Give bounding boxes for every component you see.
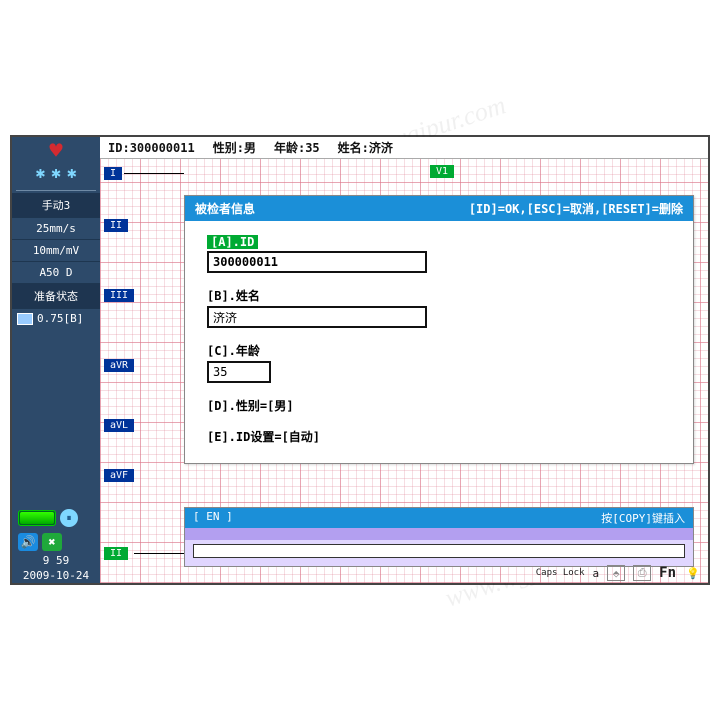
field-idset-label[interactable]: [E].ID设置=[自动] [207, 428, 671, 445]
lead-label-v1: V1 [430, 165, 454, 178]
battery-row: ⏸ [12, 505, 100, 531]
sound-icon[interactable]: 🔊 [18, 533, 38, 551]
field-gender-label[interactable]: [D].性别=[男] [207, 397, 671, 414]
cooling-icons: ✱ ✱ ✱ [36, 163, 77, 182]
monitor-value: 0.75[B] [37, 312, 83, 325]
snowflake-icon: ✱ [67, 163, 77, 182]
field-name-label: [B].姓名 [207, 287, 260, 304]
lead-label-i: I [104, 167, 122, 180]
field-name: [B].姓名 [207, 287, 671, 328]
snowflake-icon: ✱ [51, 163, 61, 182]
field-age-label: [C].年龄 [207, 342, 260, 359]
bulb-icon: 💡 [684, 565, 702, 581]
name-input[interactable] [207, 306, 427, 328]
app-window: www.wgjpur.com www.wgjpur.com www.wgjpur… [10, 135, 710, 585]
sidebar-mode[interactable]: 手动3 [12, 193, 100, 218]
fn-indicator: Fn [659, 565, 676, 581]
field-age: [C].年龄 [207, 342, 671, 383]
dialog-title: 被检者信息 [195, 200, 255, 217]
id-input[interactable] [207, 251, 427, 273]
ime-hint: 按[COPY]键插入 [601, 510, 685, 526]
lead-label-avr: aVR [104, 359, 134, 372]
header-age: 年龄:35 [274, 139, 320, 156]
sidebar-speed[interactable]: 25mm/s [12, 218, 100, 240]
print-icon[interactable]: ⎙ [633, 565, 651, 581]
lead-label-ii-bottom: II [104, 547, 128, 560]
main-area: ID:300000011 性别:男 年龄:35 姓名:济济 I V1 II II… [100, 137, 708, 583]
field-id-label: [A].ID [207, 235, 258, 249]
sidebar-time: 9 59 [12, 553, 100, 568]
header-name: 姓名:济济 [338, 139, 393, 156]
lead-label-ii: II [104, 219, 128, 232]
ecg-chart: I V1 II III aVR aVL aVF II 被检者信息 [ID]=OK… [100, 159, 708, 583]
tools-icon[interactable]: ✖ [42, 533, 62, 551]
shift-icon: ⬘ [607, 565, 625, 581]
sidebar-monitor: 0.75[B] [12, 309, 100, 328]
dialog-titlebar: 被检者信息 [ID]=OK,[ESC]=取消,[RESET]=删除 [185, 196, 693, 221]
case-indicator: a [593, 567, 600, 580]
header-bar: ID:300000011 性别:男 年龄:35 姓名:济济 [100, 137, 708, 159]
header-id-label: ID:300000011 [108, 141, 195, 155]
snowflake-icon: ✱ [36, 163, 46, 182]
heart-icon: ♥ [49, 141, 62, 163]
sidebar-state: 准备状态 [12, 284, 100, 309]
caps-lock-indicator: Caps Lock [536, 569, 585, 578]
sidebar-filter[interactable]: A50 D [12, 262, 100, 284]
patient-info-dialog: 被检者信息 [ID]=OK,[ESC]=取消,[RESET]=删除 [A].ID… [184, 195, 694, 464]
sidebar-gain[interactable]: 10mm/mV [12, 240, 100, 262]
ime-lang[interactable]: [ EN ] [193, 510, 233, 526]
monitor-icon [17, 313, 33, 325]
lead-label-avf: aVF [104, 469, 134, 482]
ime-input[interactable] [193, 544, 685, 558]
lead-label-iii: III [104, 289, 134, 302]
status-bar: Caps Lock a ⬘ ⎙ Fn 💡 [536, 565, 702, 581]
pause-icon[interactable]: ⏸ [60, 509, 78, 527]
lead-label-avl: aVL [104, 419, 134, 432]
dialog-help: [ID]=OK,[ESC]=取消,[RESET]=删除 [469, 200, 683, 217]
header-gender: 性别:男 [213, 139, 256, 156]
sidebar-date: 2009-10-24 [12, 568, 100, 583]
sidebar: ♥ ✱ ✱ ✱ 手动3 25mm/s 10mm/mV A50 D 准备状态 0.… [12, 137, 100, 583]
field-id: [A].ID [207, 235, 671, 273]
age-input[interactable] [207, 361, 271, 383]
ime-panel: [ EN ] 按[COPY]键插入 [184, 507, 694, 567]
battery-icon [18, 510, 56, 526]
